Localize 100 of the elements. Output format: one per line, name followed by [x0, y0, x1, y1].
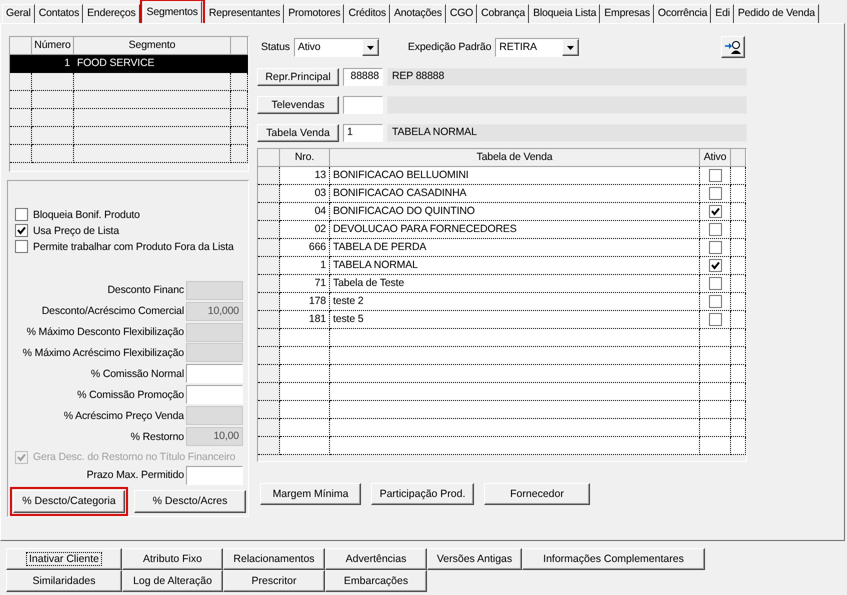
tab[interactable]: CGO — [446, 4, 478, 23]
column-header: Nro. — [280, 149, 330, 167]
action-button[interactable]: % Descto/Categoria — [13, 490, 125, 513]
table-row[interactable]: 03 BONIFICACAO CASADINHA — [258, 185, 746, 203]
table-cell: 03 — [280, 185, 330, 203]
checkbox[interactable] — [708, 313, 722, 326]
action-button[interactable]: Prescritor — [223, 570, 325, 592]
code-field[interactable]: 1 — [343, 124, 383, 142]
field-label: % Comissão Promoção — [77, 388, 184, 401]
checkbox-label: Gera Desc. do Restorno no Título Financeiro — [33, 451, 236, 464]
table-row[interactable]: 02 DEVOLUCAO PARA FORNECEDORES — [258, 221, 746, 239]
action-button[interactable]: Inativar Cliente — [6, 548, 122, 570]
action-button[interactable]: Embarcações — [325, 570, 427, 592]
lookup-button[interactable]: Repr.Principal — [257, 68, 339, 86]
table-cell: FOOD SERVICE — [74, 55, 231, 73]
column-header: Ativo — [700, 149, 731, 167]
table-cell: Tabela de Teste — [330, 275, 700, 293]
field-label: % Restorno — [130, 430, 184, 443]
lookup-button[interactable]: Tabela Venda — [257, 124, 339, 142]
checkbox[interactable] — [708, 295, 722, 308]
checkbox[interactable] — [708, 277, 722, 290]
table-cell — [231, 55, 248, 73]
table-cell: 666 — [280, 239, 330, 257]
tab[interactable]: Representantes — [204, 4, 284, 23]
tab[interactable]: Endereços — [83, 4, 140, 23]
tab[interactable]: Geral — [2, 4, 35, 23]
action-button[interactable]: Informações Complementares — [522, 548, 705, 570]
checkbox-label: Usa Preço de Lista — [33, 224, 120, 237]
field-label: % Máximo Acréscimo Flexibilização — [22, 346, 184, 359]
action-button[interactable]: % Descto/Acres — [134, 490, 246, 513]
description-field: TABELA NORMAL — [387, 124, 747, 142]
table-cell: 178 — [280, 293, 330, 311]
code-field[interactable] — [343, 96, 383, 114]
field-label: Prazo Max. Permitido — [86, 469, 184, 482]
table-row[interactable]: 666 TABELA DE PERDA — [258, 239, 746, 257]
tab[interactable]: Ocorrência — [654, 4, 712, 23]
table-row[interactable]: 181 teste 5 — [258, 311, 746, 329]
action-button[interactable]: Participação Prod. — [371, 483, 474, 505]
table-row[interactable]: 13 BONIFICACAO BELLUOMINI — [258, 167, 746, 185]
table-cell: TABELA DE PERDA — [330, 239, 700, 257]
field-label: Desconto Financ — [107, 284, 184, 296]
action-button[interactable]: Atributo Fixo — [122, 548, 223, 570]
table-row[interactable]: 1 TABELA NORMAL — [258, 257, 746, 275]
row-indicator-cell — [10, 55, 32, 73]
field-label: Expedição Padrão — [408, 41, 492, 53]
checkbox[interactable] — [708, 259, 722, 272]
table-row[interactable]: 04 BONIFICACAO DO QUINTINO — [258, 203, 746, 221]
checkbox[interactable] — [15, 208, 28, 222]
code-field[interactable]: 88888 — [343, 68, 383, 86]
tab[interactable]: Pedido de Venda — [734, 4, 819, 23]
table-cell: 13 — [280, 167, 330, 185]
action-button[interactable]: Fornecedor — [484, 483, 590, 505]
table-cell: 71 — [280, 275, 330, 293]
lookup-button[interactable]: Televendas — [257, 96, 339, 114]
tab[interactable]: Contatos — [34, 4, 84, 23]
input-field[interactable] — [186, 385, 243, 404]
checkbox[interactable] — [708, 169, 722, 182]
checkbox[interactable] — [708, 205, 722, 218]
action-button[interactable]: Versões Antigas — [427, 548, 522, 570]
tab[interactable]: Cobrança — [477, 4, 530, 23]
tab[interactable]: Edi — [711, 4, 734, 23]
table-cell: BONIFICACAO DO QUINTINO — [330, 203, 700, 221]
column-header: Número — [32, 37, 74, 55]
table-cell: teste 2 — [330, 293, 700, 311]
table-row[interactable]: 71 Tabela de Teste — [258, 275, 746, 293]
input-field[interactable] — [186, 364, 243, 384]
description-field: REP 88888 — [387, 68, 747, 86]
field-label: % Comissão Normal — [90, 368, 184, 380]
action-button[interactable]: Similaridades — [6, 570, 122, 592]
tab[interactable]: Promotores — [284, 4, 344, 23]
checkbox[interactable] — [15, 224, 28, 238]
input-field[interactable] — [186, 466, 243, 485]
table-cell: 1 — [32, 55, 74, 73]
tab[interactable]: Bloqueia Lista — [529, 4, 600, 23]
field-label: Status — [261, 41, 290, 53]
table-cell: 181 — [280, 311, 330, 329]
table-cell: DEVOLUCAO PARA FORNECEDORES — [330, 221, 700, 239]
checkbox[interactable] — [15, 240, 28, 254]
table-row[interactable]: 1 FOOD SERVICE — [10, 55, 248, 73]
column-header: Tabela de Venda — [330, 149, 700, 167]
checkbox[interactable] — [708, 241, 722, 254]
field-label: % Acréscimo Preço Venda — [64, 410, 184, 422]
checkbox-label: Bloqueia Bonif. Produto — [33, 208, 140, 221]
status-dropdown[interactable]: Ativo — [294, 38, 380, 56]
checkbox[interactable] — [708, 187, 722, 200]
table-row[interactable]: 178 teste 2 — [258, 293, 746, 311]
table-cell: TABELA NORMAL — [330, 257, 700, 275]
action-button[interactable]: Margem Mínima — [260, 483, 361, 505]
tab[interactable]: Segmentos — [142, 1, 202, 23]
action-button[interactable]: Advertências — [325, 548, 427, 570]
action-button[interactable]: Log de Alteração — [122, 570, 223, 592]
action-button[interactable]: Relacionamentos — [223, 548, 325, 570]
table-cell: BONIFICACAO CASADINHA — [330, 185, 700, 203]
dropdown[interactable]: RETIRA — [495, 38, 580, 56]
tab[interactable]: Anotações — [390, 4, 446, 23]
table-cell: 1 — [280, 257, 330, 275]
table-cell: 04 — [280, 203, 330, 221]
checkbox[interactable] — [708, 223, 722, 236]
tab[interactable]: Créditos — [344, 4, 390, 23]
tab[interactable]: Empresas — [600, 4, 654, 23]
